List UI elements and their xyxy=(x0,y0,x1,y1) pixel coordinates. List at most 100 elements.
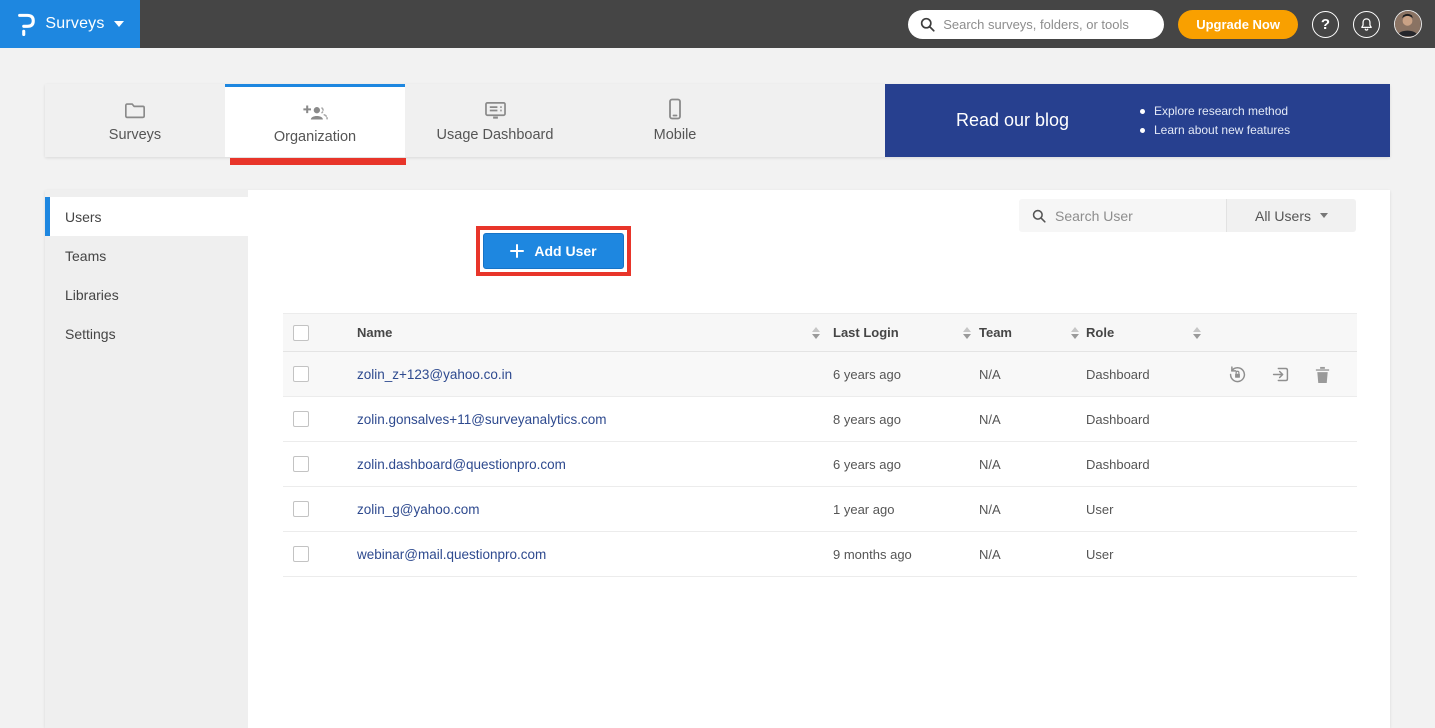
question-mark-icon: ? xyxy=(1321,16,1330,33)
role-cell: User xyxy=(1086,547,1113,562)
mobile-icon xyxy=(668,98,682,120)
last-login-cell: 9 months ago xyxy=(833,547,912,562)
role-cell: User xyxy=(1086,502,1113,517)
team-cell: N/A xyxy=(979,457,1001,472)
team-cell: N/A xyxy=(979,412,1001,427)
folder-icon xyxy=(124,98,146,120)
sort-icon[interactable] xyxy=(963,327,971,339)
user-filter-dropdown[interactable]: All Users xyxy=(1226,199,1356,232)
tab-label: Mobile xyxy=(654,127,697,143)
sidebar-item-settings[interactable]: Settings xyxy=(45,314,248,353)
column-header-name[interactable]: Name xyxy=(357,325,392,340)
tab-label: Surveys xyxy=(109,127,161,143)
users-table: Name Last Login Team Role zolin xyxy=(283,313,1357,577)
team-cell: N/A xyxy=(979,502,1001,517)
sort-icon[interactable] xyxy=(1071,327,1079,339)
user-email-link[interactable]: zolin_g@yahoo.com xyxy=(357,502,480,517)
role-cell: Dashboard xyxy=(1086,367,1150,382)
column-header-team[interactable]: Team xyxy=(979,325,1012,340)
bell-icon xyxy=(1359,17,1374,32)
row-checkbox[interactable] xyxy=(293,546,309,562)
blog-bullet: Explore research method xyxy=(1140,104,1290,118)
last-login-cell: 1 year ago xyxy=(833,502,894,517)
user-search xyxy=(1019,199,1226,232)
role-cell: Dashboard xyxy=(1086,412,1150,427)
user-search-input[interactable] xyxy=(1055,208,1213,224)
tab-organization[interactable]: Organization xyxy=(225,84,405,157)
global-search xyxy=(908,10,1164,39)
notifications-button[interactable] xyxy=(1353,11,1380,38)
organization-panel: Users Teams Libraries Settings Add User xyxy=(45,190,1390,728)
reset-password-icon[interactable] xyxy=(1228,365,1247,384)
sort-icon[interactable] xyxy=(1193,327,1201,339)
login-as-icon[interactable] xyxy=(1271,365,1290,384)
sidebar-item-label: Libraries xyxy=(65,287,119,303)
table-body: zolin_z+123@yahoo.co.in 6 years ago N/A … xyxy=(283,352,1357,577)
user-filter-label: All Users xyxy=(1255,208,1311,224)
questionpro-logo-icon xyxy=(16,11,36,37)
add-user-button[interactable]: Add User xyxy=(483,233,624,269)
team-cell: N/A xyxy=(979,547,1001,562)
product-switcher[interactable]: Surveys xyxy=(0,0,140,48)
chevron-down-icon xyxy=(1320,213,1328,218)
search-icon xyxy=(920,17,935,32)
dashboard-icon xyxy=(484,98,507,120)
blog-bullet: Learn about new features xyxy=(1140,123,1290,137)
read-our-blog-banner[interactable]: Read our blog Explore research method Le… xyxy=(885,84,1390,157)
column-header-last-login[interactable]: Last Login xyxy=(833,325,899,340)
user-email-link[interactable]: zolin.gonsalves+11@surveyanalytics.com xyxy=(357,412,606,427)
last-login-cell: 8 years ago xyxy=(833,412,901,427)
annotation-highlight-organization-tab xyxy=(230,158,406,165)
plus-icon xyxy=(510,244,524,258)
top-bar: Surveys Upgrade Now ? xyxy=(0,0,1435,48)
tab-label: Organization xyxy=(274,129,356,145)
chevron-down-icon xyxy=(114,21,124,27)
tab-mobile[interactable]: Mobile xyxy=(585,84,765,157)
table-header-row: Name Last Login Team Role xyxy=(283,313,1357,352)
annotation-highlight-add-user: Add User xyxy=(476,226,631,276)
organization-sidebar: Users Teams Libraries Settings xyxy=(45,190,248,728)
add-team-icon xyxy=(302,100,328,122)
sidebar-item-users[interactable]: Users xyxy=(45,197,248,236)
row-checkbox[interactable] xyxy=(293,501,309,517)
sidebar-item-label: Teams xyxy=(65,248,106,264)
tab-surveys[interactable]: Surveys xyxy=(45,84,225,157)
blog-banner-bullets: Explore research method Learn about new … xyxy=(1140,99,1290,142)
column-header-role[interactable]: Role xyxy=(1086,325,1114,340)
table-row: zolin.gonsalves+11@surveyanalytics.com 8… xyxy=(283,397,1357,442)
team-cell: N/A xyxy=(979,367,1001,382)
table-row: zolin_g@yahoo.com 1 year ago N/A User xyxy=(283,487,1357,532)
sidebar-item-label: Settings xyxy=(65,326,116,342)
global-search-input[interactable] xyxy=(943,17,1152,32)
row-checkbox[interactable] xyxy=(293,456,309,472)
blog-banner-title: Read our blog xyxy=(885,110,1140,131)
sidebar-item-libraries[interactable]: Libraries xyxy=(45,275,248,314)
table-row: zolin_z+123@yahoo.co.in 6 years ago N/A … xyxy=(283,352,1357,397)
tab-label: Usage Dashboard xyxy=(437,127,554,143)
user-avatar[interactable] xyxy=(1394,10,1422,38)
role-cell: Dashboard xyxy=(1086,457,1150,472)
delete-icon[interactable] xyxy=(1314,365,1331,384)
sort-icon[interactable] xyxy=(812,327,820,339)
user-email-link[interactable]: zolin_z+123@yahoo.co.in xyxy=(357,367,512,382)
search-icon xyxy=(1032,209,1046,223)
table-row: webinar@mail.questionpro.com 9 months ag… xyxy=(283,532,1357,577)
user-search-group: All Users xyxy=(1019,199,1356,232)
sidebar-item-teams[interactable]: Teams xyxy=(45,236,248,275)
row-checkbox[interactable] xyxy=(293,411,309,427)
select-all-checkbox[interactable] xyxy=(293,325,309,341)
user-email-link[interactable]: webinar@mail.questionpro.com xyxy=(357,547,546,562)
product-name: Surveys xyxy=(45,15,104,33)
upgrade-now-button[interactable]: Upgrade Now xyxy=(1178,10,1298,39)
last-login-cell: 6 years ago xyxy=(833,457,901,472)
user-email-link[interactable]: zolin.dashboard@questionpro.com xyxy=(357,457,566,472)
tab-usage-dashboard[interactable]: Usage Dashboard xyxy=(405,84,585,157)
module-tab-bar: Surveys Organization Usage Dashboard xyxy=(45,84,1390,157)
row-checkbox[interactable] xyxy=(293,366,309,382)
table-row: zolin.dashboard@questionpro.com 6 years … xyxy=(283,442,1357,487)
help-button[interactable]: ? xyxy=(1312,11,1339,38)
sidebar-item-label: Users xyxy=(65,209,102,225)
last-login-cell: 6 years ago xyxy=(833,367,901,382)
add-user-label: Add User xyxy=(534,243,596,259)
users-content: Add User All Users xyxy=(248,190,1390,728)
